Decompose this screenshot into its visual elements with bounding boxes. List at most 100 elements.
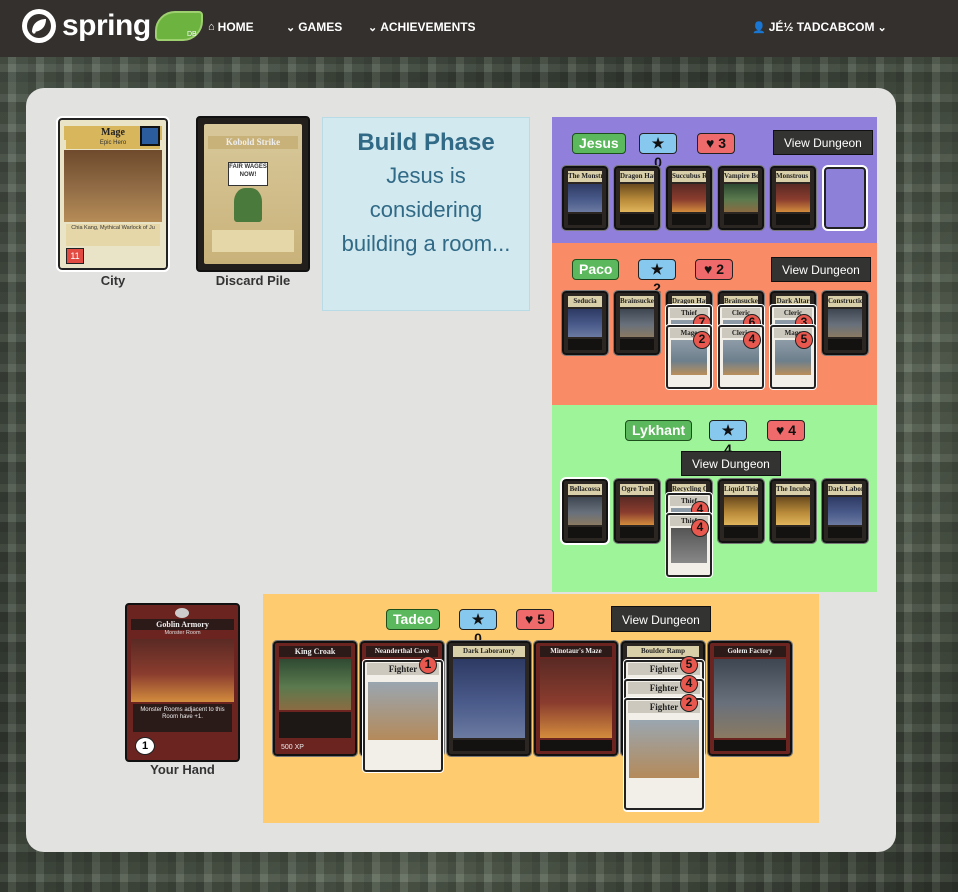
- player-panel-tadeo: Tadeo ★ 0 ♥ 5 View Dungeon King Croak 50…: [263, 594, 819, 823]
- room-card[interactable]: Dark Laboratory: [446, 640, 532, 757]
- room-art: [568, 497, 602, 525]
- room-title: Vampire Bordello: [724, 171, 758, 182]
- kobold-figure: [234, 188, 262, 222]
- hero-card[interactable]: Fighter: [623, 697, 705, 811]
- city-card[interactable]: Mage Epic Hero Chia Kang, Mythical Warlo…: [56, 116, 170, 272]
- room-card[interactable]: The Monstrous Maw: [561, 165, 609, 231]
- discard-pile-card[interactable]: Kobold Strike FAIR WAGES NOW!: [196, 116, 310, 272]
- room-card[interactable]: Liquid Trial: [717, 478, 765, 544]
- discard-card-text: [212, 230, 294, 252]
- boss-art: [279, 659, 351, 710]
- room-title: Succubus Retreat: [672, 171, 706, 182]
- room-card[interactable]: Vampire Bordello: [717, 165, 765, 231]
- room-art: [568, 309, 602, 337]
- boss-text: [279, 712, 351, 738]
- room-title: Brainsucker Hive: [620, 296, 654, 307]
- room-card[interactable]: Succubus Retreat: [665, 165, 713, 231]
- hero-art: [629, 720, 699, 778]
- room-footer: [568, 214, 602, 225]
- boss-card[interactable]: King Croak 500 XP: [272, 640, 358, 757]
- room-card[interactable]: Construction Pit: [821, 290, 869, 356]
- view-dungeon-button[interactable]: View Dungeon: [611, 606, 711, 632]
- room-title: Ogre Troll: [620, 484, 654, 495]
- room-card[interactable]: Seducia: [561, 290, 609, 356]
- room-footer: [724, 527, 758, 538]
- phase-status-box: Build Phase Jesus is considering buildin…: [322, 117, 530, 311]
- player-panel-jesus: Jesus ★ 0 ♥ 3 View Dungeon The Monstrous…: [552, 117, 877, 243]
- room-footer: [672, 214, 706, 225]
- nav-achievements[interactable]: ⌄ ACHIEVEMENTS: [368, 20, 476, 34]
- view-dungeon-button[interactable]: View Dungeon: [681, 451, 781, 476]
- logo-badge: DB: [186, 31, 197, 38]
- room-art: [453, 659, 525, 738]
- player-hearts-tadeo: ♥ 5: [516, 609, 554, 630]
- hero-class-icon: [140, 126, 160, 146]
- player-hearts-jesus: ♥ 3: [697, 133, 735, 154]
- room-title: Liquid Trial: [724, 484, 758, 495]
- player-name-paco: Paco: [572, 259, 620, 280]
- heart-icon: ♥: [706, 135, 715, 151]
- hand-card-text: Monster Rooms adjacent to this Room have…: [133, 704, 232, 732]
- room-card[interactable]: Minotaur's Maze: [533, 640, 619, 757]
- player-hearts-lykhant: ♥ 4: [767, 420, 805, 441]
- room-title: Bellacossa: [568, 484, 602, 495]
- your-hand-label: Your Hand: [150, 762, 215, 777]
- room-art: [776, 497, 810, 525]
- room-title: Dark Laboratory: [828, 484, 862, 495]
- user-icon: 👤: [752, 21, 766, 34]
- star-icon: ★: [650, 261, 664, 277]
- hand-card[interactable]: Goblin Armory Monster Room Monster Rooms…: [125, 603, 240, 762]
- room-art: [620, 497, 654, 525]
- room-card[interactable]: Monstrous Monument: [769, 165, 817, 231]
- nav-home[interactable]: ⌂ HOME: [208, 20, 254, 34]
- hearts-value: 3: [718, 135, 726, 151]
- hero-health-badge: 1: [419, 656, 437, 674]
- player-hearts-paco: ♥ 2: [695, 259, 733, 280]
- navbar: spring DB ⌂ HOME ⌄ GAMES ⌄ ACHIEVEMENTS …: [0, 0, 958, 57]
- hero-health-badge: 4: [743, 331, 761, 349]
- room-art: [724, 184, 758, 212]
- logo-leaf-icon: DB: [154, 11, 203, 41]
- hand-card-art: [131, 639, 234, 702]
- hearts-value: 2: [716, 261, 724, 277]
- room-card[interactable]: The Incubator: [769, 478, 817, 544]
- room-art: [620, 184, 654, 212]
- hero-health-badge: 2: [693, 331, 711, 349]
- room-art: [672, 184, 706, 212]
- hero-health-badge: 2: [680, 694, 698, 712]
- spring-logo-icon: [22, 9, 56, 43]
- hero-art: [368, 682, 438, 740]
- discard-pile-label: Discard Pile: [215, 273, 291, 288]
- hand-card-damage: 1: [135, 737, 155, 755]
- phase-message: Jesus is considering building a room...: [341, 163, 511, 256]
- room-card[interactable]: Ogre Troll: [613, 478, 661, 544]
- room-card[interactable]: Bellacossa: [560, 477, 610, 545]
- room-card[interactable]: Dragon Hatchery: [613, 165, 661, 231]
- spring-logo[interactable]: spring DB: [22, 9, 203, 43]
- room-title: Monstrous Monument: [776, 171, 810, 182]
- room-card[interactable]: Dark Laboratory: [821, 478, 869, 544]
- room-art: [540, 659, 612, 738]
- room-card[interactable]: Brainsucker Hive: [613, 290, 661, 356]
- empty-room-slot[interactable]: [822, 165, 868, 231]
- nav-games[interactable]: ⌄ GAMES: [286, 20, 342, 34]
- player-name-lykhant: Lykhant: [625, 420, 693, 441]
- heart-icon: ♥: [776, 422, 785, 438]
- room-title: Dark Laboratory: [453, 646, 525, 657]
- hearts-value: 4: [788, 422, 796, 438]
- room-card[interactable]: Golem Factory: [707, 640, 793, 757]
- city-card-art: [64, 150, 162, 222]
- room-footer: [568, 339, 602, 350]
- room-footer: [828, 339, 862, 350]
- hearts-value: 5: [537, 611, 545, 627]
- room-art: [828, 309, 862, 337]
- room-footer: [828, 527, 862, 538]
- view-dungeon-button[interactable]: View Dungeon: [771, 257, 871, 282]
- nav-user-menu[interactable]: 👤 Jé½ TADCABCOM ⌄: [752, 20, 887, 34]
- room-footer: [620, 527, 654, 538]
- view-dungeon-button[interactable]: View Dungeon: [773, 130, 873, 155]
- heart-icon: ♥: [525, 611, 534, 627]
- discard-sign: FAIR WAGES NOW!: [228, 162, 268, 186]
- room-footer: [540, 740, 612, 751]
- hero-card[interactable]: Fighter: [362, 659, 444, 773]
